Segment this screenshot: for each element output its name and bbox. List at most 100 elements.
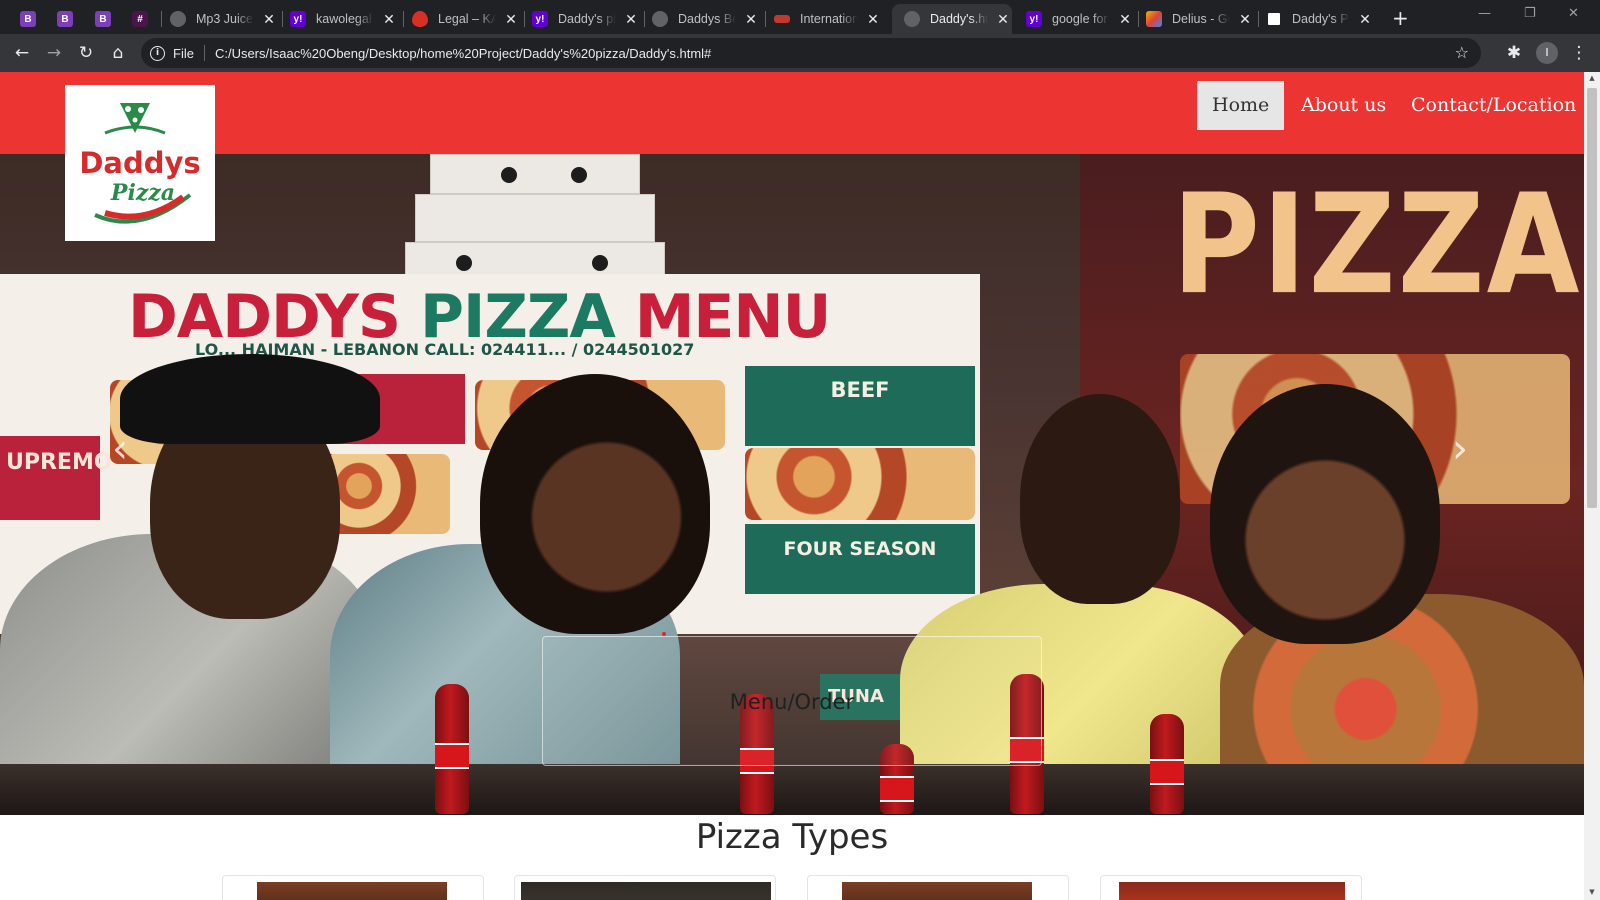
- tab-title: Mp3 Juice: [196, 12, 253, 26]
- soda-bottle: [1150, 714, 1184, 814]
- scrollbar-thumb[interactable]: [1587, 88, 1597, 508]
- scroll-down-icon[interactable]: ▼: [1587, 888, 1597, 896]
- tab-bootstrap-3[interactable]: B: [89, 4, 117, 34]
- reload-icon[interactable]: ↻: [75, 42, 97, 64]
- close-window-button[interactable]: ✕: [1568, 6, 1579, 21]
- slack-icon: #: [132, 11, 148, 27]
- profile-avatar[interactable]: I: [1536, 42, 1558, 64]
- menu-kebab-icon[interactable]: ⋮: [1568, 42, 1590, 64]
- info-icon[interactable]: i: [150, 45, 165, 61]
- address-bar[interactable]: i File C:/Users/Isaac%20Obeng/Desktop/ho…: [141, 38, 1481, 68]
- tab-slack[interactable]: #: [126, 4, 154, 34]
- browser-toolbar: ← → ↻ ⌂ i File C:/Users/Isaac%20Obeng/De…: [0, 34, 1600, 72]
- nav-home[interactable]: Home: [1197, 81, 1285, 130]
- site-logo[interactable]: Daddys Pizza: [65, 85, 215, 241]
- tab-daddys-pi[interactable]: Daddy's Pi ✕: [1266, 4, 1376, 34]
- forward-icon[interactable]: →: [43, 42, 65, 64]
- pizza-card[interactable]: [514, 875, 776, 900]
- pizza-card-image: [1119, 882, 1345, 900]
- tab-bootstrap-1[interactable]: B: [14, 4, 42, 34]
- close-icon[interactable]: ✕: [1358, 11, 1372, 28]
- pizza-card[interactable]: [222, 875, 484, 900]
- pizza-box: [430, 154, 640, 194]
- pizza-card[interactable]: [1100, 875, 1362, 900]
- nav-contact-location[interactable]: Contact/Location: [1396, 81, 1584, 130]
- pizza-slice-logo-icon: Daddys Pizza: [79, 103, 201, 224]
- close-icon[interactable]: ✕: [262, 11, 276, 28]
- yahoo-icon: y!: [290, 11, 306, 27]
- close-icon[interactable]: ✕: [1238, 11, 1252, 28]
- tab-international[interactable]: Internation ✕: [774, 4, 884, 34]
- yahoo-icon: y!: [1026, 11, 1042, 27]
- close-icon[interactable]: ✕: [996, 11, 1010, 28]
- person-3-head: [1020, 394, 1180, 604]
- logo-pizza-text: Pizza: [110, 180, 175, 206]
- person-2-head: [480, 374, 710, 634]
- minimize-button[interactable]: —: [1478, 6, 1491, 21]
- tab-title: Daddy's.ht: [930, 12, 988, 26]
- section-title-pizza-types: Pizza Types: [695, 817, 889, 857]
- globe-icon: [170, 11, 186, 27]
- browser-tab-strip: B B B # Mp3 Juice ✕ y! kawolegal ✕ Legal…: [0, 0, 1600, 34]
- pizza-card-image: [842, 882, 1032, 900]
- carousel-next-icon[interactable]: ›: [1440, 424, 1480, 474]
- tab-delius[interactable]: Delius - Go ✕: [1146, 4, 1256, 34]
- tab-title: Delius - Go: [1172, 12, 1230, 26]
- tab-title: Daddy's pi: [558, 12, 616, 26]
- flag-icon: [774, 15, 790, 23]
- tab-legal[interactable]: Legal – KA ✕: [412, 4, 522, 34]
- logo-daddys-text: Daddys: [79, 146, 200, 180]
- close-icon[interactable]: ✕: [1118, 11, 1132, 28]
- address-url[interactable]: C:/Users/Isaac%20Obeng/Desktop/home%20Pr…: [215, 46, 711, 61]
- shield-icon: [412, 11, 428, 27]
- bookmark-star-icon[interactable]: ☆: [1455, 43, 1469, 62]
- bootstrap-icon: B: [20, 11, 36, 27]
- tab-title: Internation: [800, 12, 858, 26]
- soda-bottle: [435, 684, 469, 814]
- hero-carousel: PIZZA DADDYS PIZZA MENU LO... HAIMAN - L…: [0, 154, 1584, 815]
- bootstrap-icon: B: [95, 11, 111, 27]
- tab-title: Daddy's Pi: [1292, 12, 1350, 26]
- new-tab-button[interactable]: +: [1392, 6, 1409, 30]
- close-icon[interactable]: ✕: [866, 11, 880, 28]
- tab-title: kawolegal: [316, 12, 372, 26]
- restore-button[interactable]: ❐: [1524, 6, 1536, 21]
- scroll-up-icon[interactable]: ▲: [1587, 74, 1597, 82]
- tab-daddys-be[interactable]: Daddys Be ✕: [652, 4, 762, 34]
- address-scheme: File: [173, 45, 194, 61]
- tab-daddys-html-active[interactable]: Daddy's.ht ✕: [892, 4, 1012, 34]
- close-icon[interactable]: ✕: [504, 11, 518, 28]
- page-viewport: Home About us Contact/Location Daddys Pi…: [0, 72, 1584, 900]
- menu-order-button[interactable]: Menu/Order: [542, 636, 1042, 766]
- cap: [120, 354, 380, 444]
- yahoo-icon: y!: [532, 11, 548, 27]
- extensions-icon[interactable]: ✱: [1503, 42, 1525, 64]
- close-icon[interactable]: ✕: [382, 11, 396, 28]
- close-icon[interactable]: ✕: [624, 11, 638, 28]
- carousel-prev-icon[interactable]: ‹: [100, 424, 140, 474]
- tab-bootstrap-2[interactable]: B: [51, 4, 79, 34]
- banner-pizza-text: PIZZA: [1172, 165, 1582, 326]
- pizza-card-image: [257, 882, 447, 900]
- table: [0, 764, 1584, 815]
- poster-item-supremo: UPREMO: [0, 436, 113, 520]
- tab-daddys-pizza-yahoo[interactable]: y! Daddy's pi ✕: [532, 4, 642, 34]
- tab-google-for[interactable]: y! google for ✕: [1026, 4, 1136, 34]
- site-navbar: Home About us Contact/Location: [0, 72, 1584, 154]
- delius-icon: [1146, 11, 1162, 27]
- tab-kawolegal[interactable]: y! kawolegal ✕: [290, 4, 400, 34]
- tab-mp3-juice[interactable]: Mp3 Juice ✕: [170, 4, 280, 34]
- nav-about-us[interactable]: About us: [1286, 81, 1401, 130]
- pizza-card[interactable]: [807, 875, 1069, 900]
- close-icon[interactable]: ✕: [744, 11, 758, 28]
- pizza-photo: [745, 448, 975, 520]
- globe-icon: [904, 11, 920, 27]
- pizza-card-image: [521, 882, 771, 900]
- person-4-head: [1210, 384, 1440, 644]
- page-icon: [1266, 11, 1282, 27]
- tab-title: google for: [1052, 12, 1108, 26]
- poster-item-four-season: FOUR SEASON: [745, 524, 975, 594]
- tab-title: Legal – KA: [438, 12, 496, 26]
- back-icon[interactable]: ←: [11, 42, 33, 64]
- home-icon[interactable]: ⌂: [107, 42, 129, 64]
